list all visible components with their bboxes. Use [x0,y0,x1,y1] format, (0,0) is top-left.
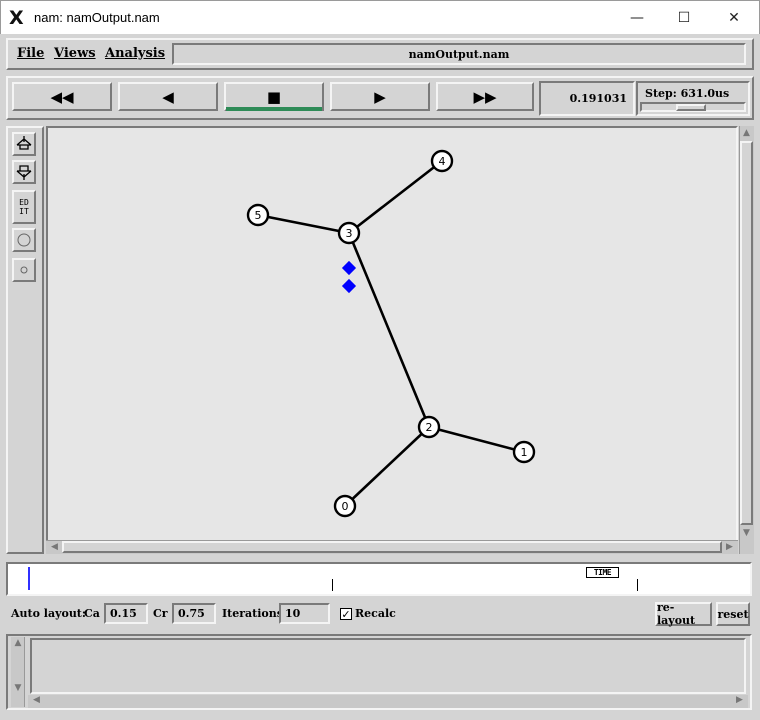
iterations-input[interactable]: 10 [279,603,330,624]
iterations-label: Iterations [222,607,283,620]
node-1-label: 1 [521,446,528,459]
link-2-1 [427,425,526,454]
timeline-tick [332,579,333,591]
recalc-checkbox[interactable]: ✓ [340,608,352,620]
cr-label: Cr [153,607,168,620]
scroll-down-icon[interactable]: ▼ [740,527,753,540]
packet-markers [341,260,357,294]
recalc-label: Recalc [355,607,396,620]
link-3-2 [347,231,431,429]
timeline-tick [637,579,638,591]
node-3-label: 3 [346,227,353,240]
cr-input[interactable]: 0.75 [172,603,216,624]
timeline[interactable] [6,562,752,596]
ca-input[interactable]: 0.15 [104,603,148,624]
packet-marker [341,278,357,294]
reset-button[interactable]: reset [716,602,750,626]
time-marker-label: TIME [586,567,619,578]
annotation-scroll-right-icon[interactable]: ▶ [733,695,746,707]
annotation-list[interactable] [30,638,746,694]
ca-label: Ca [84,607,100,620]
timeline-cursor[interactable] [28,567,30,590]
node-4-label: 4 [439,155,446,168]
packet-marker [341,260,357,276]
annotation-scroll-left-icon[interactable]: ◀ [30,695,43,707]
link-2-0 [343,425,431,508]
node-5-label: 5 [255,209,262,222]
link-3-4 [347,159,444,235]
relayout-button[interactable]: re-layout [655,601,712,627]
ca-value: 0.15 [110,607,137,620]
link-3-5 [256,213,351,235]
iterations-value: 10 [285,607,301,620]
annotation-scroll-up-icon[interactable]: ▲ [11,638,25,650]
annotation-horizontal-scrollbar[interactable] [28,695,748,708]
annotation-scroll-down-icon[interactable]: ▼ [11,683,25,695]
vertical-scroll-thumb[interactable] [740,141,753,525]
node-0-label: 0 [342,500,349,513]
scroll-right-icon[interactable]: ▶ [723,541,736,553]
horizontal-scroll-thumb[interactable] [62,541,722,553]
cr-value: 0.75 [178,607,205,620]
scroll-left-icon[interactable]: ◀ [48,541,61,553]
node-2-label: 2 [426,421,433,434]
auto-layout-label: Auto layout: [11,607,86,620]
scroll-up-icon[interactable]: ▲ [740,127,753,140]
